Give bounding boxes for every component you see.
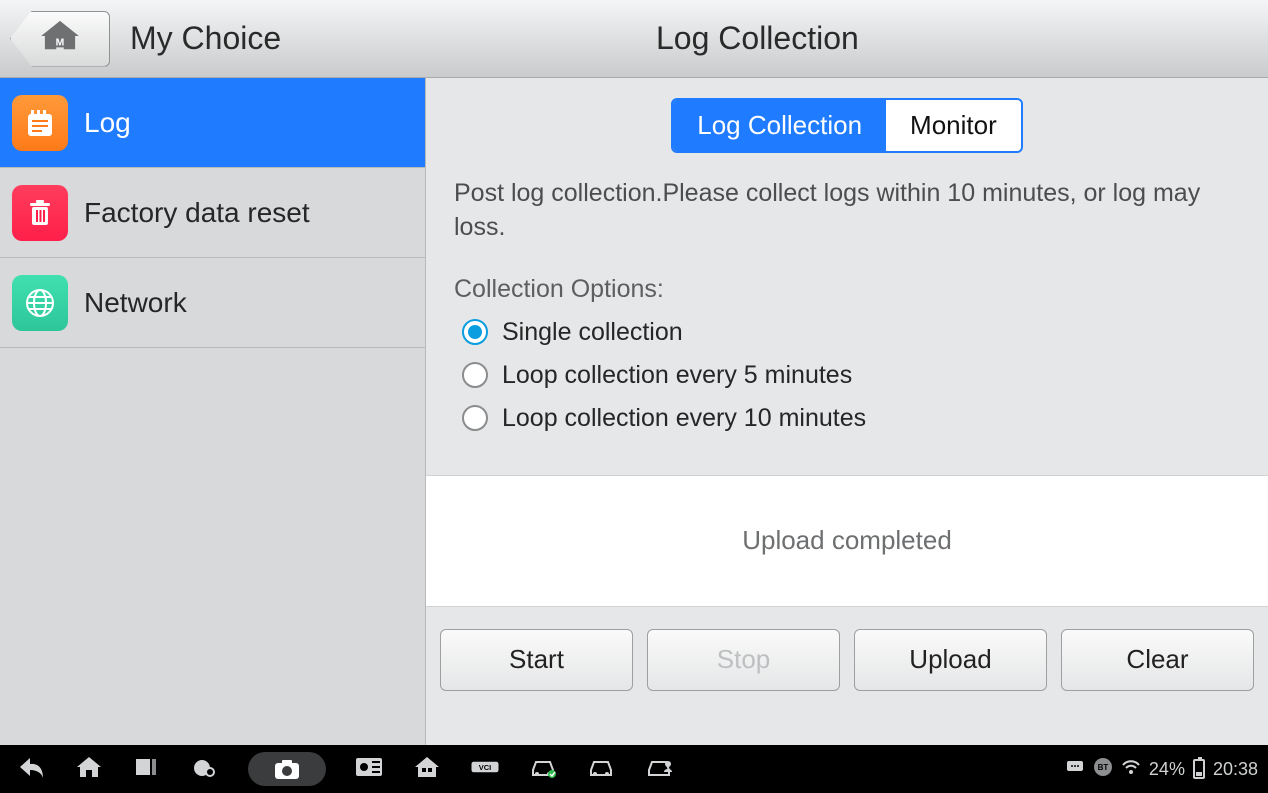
sidebar-item-label: Factory data reset (84, 197, 310, 229)
wifi-icon (1121, 757, 1141, 782)
tab-log-collection[interactable]: Log Collection (673, 100, 886, 151)
option-label: Loop collection every 10 minutes (502, 404, 866, 433)
stop-button[interactable]: Stop (647, 629, 840, 691)
home-m-icon: M (37, 19, 83, 58)
system-navbar: VCI BT 24% 20:38 (0, 745, 1268, 793)
brightness-icon[interactable] (354, 754, 384, 785)
camera-icon[interactable] (248, 752, 326, 786)
sidebar-item-label: Network (84, 287, 187, 319)
radio-icon (462, 405, 488, 431)
clear-button[interactable]: Clear (1061, 629, 1254, 691)
vci-icon[interactable]: VCI (470, 754, 500, 785)
home-icon[interactable] (74, 754, 104, 785)
car-person-icon[interactable] (644, 754, 674, 785)
clock: 20:38 (1213, 759, 1258, 780)
radio-icon (462, 319, 488, 345)
tab-bar: Log Collection Monitor (426, 78, 1268, 177)
upload-button[interactable]: Upload (854, 629, 1047, 691)
car-check-icon[interactable] (528, 754, 558, 785)
cloud-icon[interactable] (190, 754, 220, 785)
back-icon[interactable] (16, 754, 46, 785)
option-loop-5min[interactable]: Loop collection every 5 minutes (462, 361, 1240, 390)
sidebar-item-network[interactable]: Network (0, 258, 425, 348)
bluetooth-badge-icon: BT (1093, 757, 1113, 782)
app-header: M My Choice Log Collection (0, 0, 1268, 78)
svg-text:VCI: VCI (479, 763, 492, 772)
option-label: Loop collection every 5 minutes (502, 361, 852, 390)
option-loop-10min[interactable]: Loop collection every 10 minutes (462, 404, 1240, 433)
home-back-button[interactable]: M (10, 11, 110, 67)
sidebar-item-log[interactable]: Log (0, 78, 425, 168)
recent-apps-icon[interactable] (132, 754, 162, 785)
header-left-title: My Choice (130, 20, 281, 57)
message-icon[interactable] (1065, 757, 1085, 782)
header-right-title: Log Collection (656, 20, 859, 57)
battery-percent: 24% (1149, 759, 1185, 780)
main-panel: Log Collection Monitor Post log collecti… (426, 78, 1268, 745)
globe-icon (12, 275, 68, 331)
battery-icon (1193, 759, 1205, 779)
description-text: Post log collection.Please collect logs … (454, 177, 1240, 245)
sidebar-item-factory-reset[interactable]: Factory data reset (0, 168, 425, 258)
tab-monitor[interactable]: Monitor (886, 100, 1021, 151)
notepad-icon (12, 95, 68, 151)
sidebar-item-label: Log (84, 107, 131, 139)
trash-icon (12, 185, 68, 241)
option-single-collection[interactable]: Single collection (462, 318, 1240, 347)
svg-text:M: M (56, 37, 65, 48)
options-title: Collection Options: (454, 275, 1240, 304)
action-row: Start Stop Upload Clear (426, 607, 1268, 701)
house-icon[interactable] (412, 754, 442, 785)
car-icon[interactable] (586, 754, 616, 785)
option-label: Single collection (502, 318, 683, 347)
radio-icon (462, 362, 488, 388)
status-text: Upload completed (426, 475, 1268, 607)
start-button[interactable]: Start (440, 629, 633, 691)
sidebar: Log Factory data reset Network (0, 78, 426, 745)
svg-text:BT: BT (1098, 763, 1109, 772)
